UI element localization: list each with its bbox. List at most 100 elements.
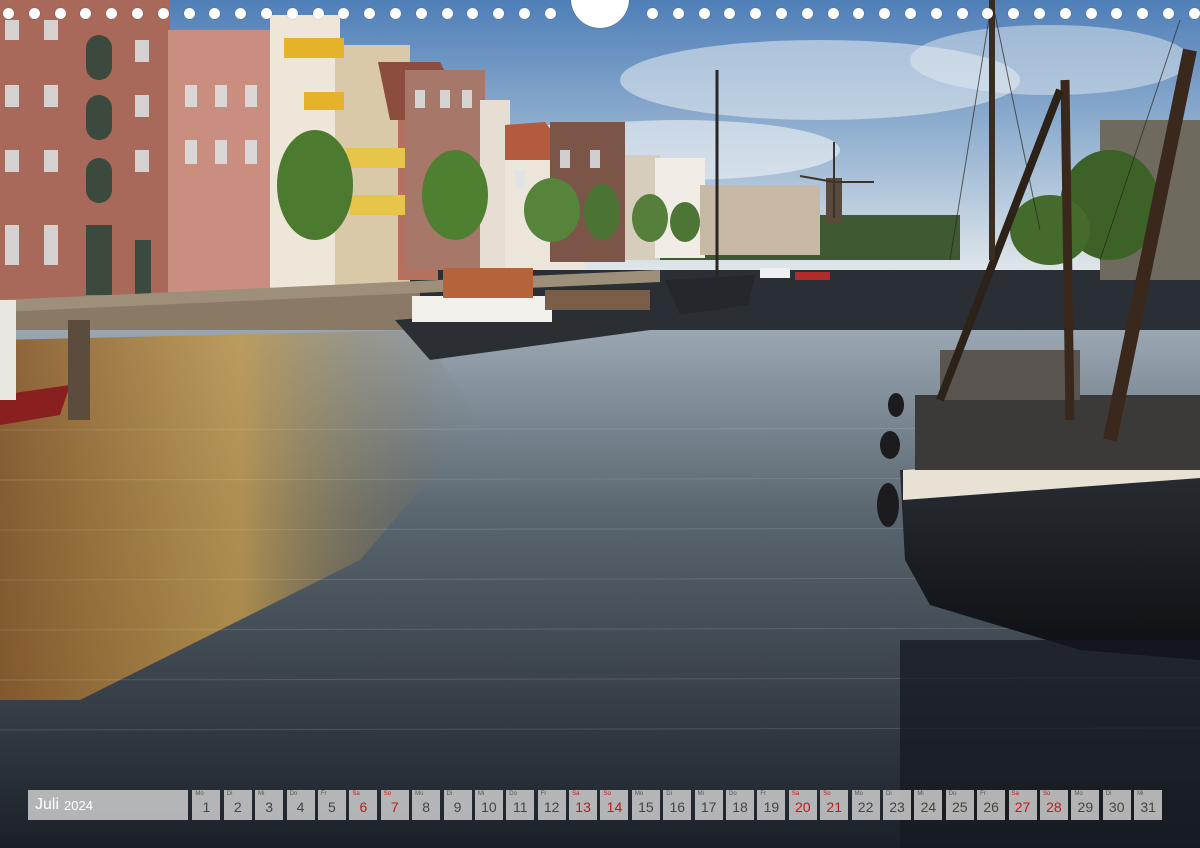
day-cell: Mi 3 (255, 790, 284, 820)
binding-hole (1008, 8, 1020, 19)
day-number: 1 (202, 799, 211, 815)
binding-hole (54, 8, 66, 19)
day-number: 27 (1014, 799, 1031, 815)
day-of-week: So (823, 791, 831, 797)
day-of-week: Di (885, 791, 892, 797)
day-of-week: So (1042, 791, 1051, 797)
day-cell: Sa 13 (569, 790, 598, 820)
day-number: 25 (951, 799, 968, 815)
binding-hole (750, 8, 762, 19)
day-of-week: Fr (980, 791, 986, 797)
day-cell: Sa 6 (349, 790, 378, 820)
day-cell: Di 23 (882, 790, 911, 820)
binding-hole (1188, 8, 1200, 19)
day-of-week: Mo (634, 791, 644, 797)
binding-hole (956, 8, 968, 19)
day-cell: Mo 15 (631, 790, 660, 820)
binding-hole (982, 8, 994, 19)
day-cell: Fr 19 (757, 790, 786, 820)
day-number: 6 (359, 799, 368, 815)
binding-hole (1163, 8, 1174, 19)
binding-hole (647, 8, 658, 19)
binding-hole (801, 8, 813, 19)
day-cell: Mi 10 (474, 790, 503, 820)
day-number: 3 (265, 799, 274, 815)
day-cell: Mi 24 (914, 790, 943, 820)
binding-hole (519, 8, 530, 19)
binding-hole (132, 8, 143, 19)
day-cell: Fr 26 (977, 790, 1006, 820)
day-of-week: Do (509, 791, 517, 797)
day-number: 7 (390, 799, 399, 815)
day-of-week: Di (226, 791, 233, 797)
day-of-week: Di (1105, 791, 1112, 797)
day-cell: Di 16 (663, 790, 692, 820)
day-cell: Do 4 (286, 790, 315, 820)
day-number: 31 (1140, 799, 1156, 815)
binding-hole (1111, 8, 1123, 19)
day-number: 20 (795, 799, 811, 815)
canal-photo (0, 0, 1200, 848)
day-cell: So 28 (1039, 790, 1068, 820)
day-number: 9 (453, 799, 462, 815)
binding-hole (364, 8, 376, 19)
binding-hole (261, 8, 272, 19)
binding-hole (930, 8, 942, 19)
day-of-week: Sa (791, 791, 800, 797)
binding-hole (183, 8, 195, 19)
binding-hole (441, 8, 453, 19)
day-number: 14 (606, 799, 623, 815)
day-number: 13 (575, 799, 591, 815)
day-of-week: So (603, 791, 611, 797)
day-cell: Mo 8 (412, 790, 441, 820)
binding-hole (698, 8, 710, 19)
day-number: 15 (638, 799, 654, 815)
binding-hole (338, 8, 350, 19)
binding-hole (1085, 8, 1097, 19)
day-of-week: Fr (760, 791, 767, 797)
day-of-week: Di (666, 791, 672, 797)
day-cell: Mi 31 (1134, 790, 1163, 820)
binding-hole (157, 8, 169, 19)
day-cell: Mo 22 (851, 790, 880, 820)
day-cell: Fr 5 (317, 790, 346, 820)
day-number: 29 (1077, 799, 1094, 815)
day-cell: Di 2 (223, 790, 252, 820)
day-number: 5 (328, 799, 336, 815)
binding-hole (544, 8, 556, 19)
day-number: 2 (233, 799, 242, 815)
binding-hole (1059, 8, 1071, 19)
month-year: 2024 (64, 797, 93, 813)
day-of-week: Sa (352, 791, 360, 797)
month-label: Juli 2024 (28, 790, 188, 820)
day-cell: Sa 27 (1008, 790, 1037, 820)
day-of-week: Do (948, 791, 957, 797)
day-of-week: Mi (477, 791, 485, 797)
day-of-week: Mi (697, 791, 704, 797)
day-cell: Mo 29 (1071, 790, 1100, 820)
binding-hole (3, 8, 14, 19)
day-of-week: Di (446, 791, 453, 797)
binding-hole (776, 8, 787, 19)
day-number: 12 (543, 799, 560, 815)
day-number: 22 (857, 799, 874, 815)
binding-hole (827, 8, 839, 19)
day-number: 10 (481, 799, 497, 815)
day-number: 11 (513, 799, 528, 815)
binding-hole (672, 8, 684, 19)
day-number: 17 (700, 799, 717, 815)
binding-hole (209, 8, 221, 19)
day-cell: Mi 17 (694, 790, 723, 820)
day-of-week: Mo (415, 791, 424, 797)
day-cell: Fr 12 (537, 790, 566, 820)
day-cell: So 14 (600, 790, 629, 820)
day-cell: So 21 (820, 790, 849, 820)
day-of-week: Sa (572, 791, 580, 797)
binding-hole (905, 8, 916, 19)
binding-hole (415, 8, 427, 19)
day-of-week: Fr (540, 791, 547, 797)
day-of-week: Mi (917, 791, 924, 797)
day-cell: Di 30 (1102, 790, 1131, 820)
day-of-week: Mo (195, 791, 204, 797)
day-number: 4 (296, 799, 305, 815)
